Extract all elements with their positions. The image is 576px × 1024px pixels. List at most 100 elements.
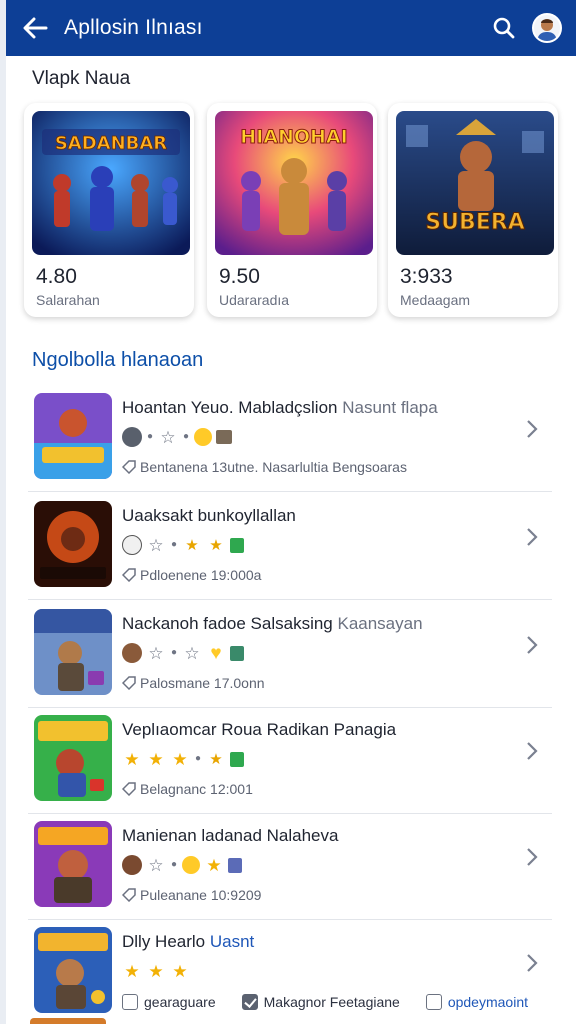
- checkbox[interactable]: [425, 994, 442, 1010]
- star-outline-icon: ☆: [160, 427, 176, 447]
- shop-icon: [216, 430, 232, 444]
- badge-row: ● ☆ ●: [122, 426, 232, 448]
- next-item-peek: [30, 1018, 106, 1024]
- app-name: Veplıaomcar Roua Radikan Panagia: [122, 720, 397, 739]
- featured-card[interactable]: SADANBAR 4.80 Salarahan: [24, 103, 194, 317]
- featured-art-text: SUBERA: [425, 210, 524, 235]
- app-thumbnail: [34, 393, 112, 479]
- featured-card-image: SUBERA: [396, 111, 554, 255]
- featured-art-text: SADANBAR: [55, 133, 167, 154]
- heart-icon: ♥: [210, 642, 222, 664]
- star-outline-icon: ☆: [148, 855, 164, 875]
- chevron-right-icon[interactable]: [522, 414, 542, 444]
- star-icon: ★: [206, 855, 222, 875]
- smiley-icon: [182, 856, 200, 874]
- checkbox-label: gearaguare: [144, 994, 216, 1010]
- dot-icon: ●: [146, 431, 154, 442]
- dot-icon: ●: [170, 539, 178, 550]
- list-item[interactable]: Hoantan Yeuo. Mabladçslion Nasunt flapa …: [6, 386, 576, 492]
- gift-icon: [228, 857, 242, 873]
- list-section-title: Ngolbolla hlanaoan: [32, 349, 204, 371]
- list-item[interactable]: Manienan ladanad Nalaheva ☆ ● ★ Puleanan…: [6, 814, 576, 920]
- checkbox-checked[interactable]: [241, 994, 258, 1010]
- dot-icon: ●: [182, 431, 190, 442]
- featured-section-title: Vlapk Naua: [32, 68, 131, 89]
- badge-row: ☆ ● ☆ ♥: [122, 642, 244, 664]
- chevron-right-icon[interactable]: [522, 522, 542, 552]
- search-icon: [493, 17, 515, 39]
- badge-row: ☆ ● ★: [122, 854, 242, 876]
- app-meta: Palosmane 17.0onn: [122, 675, 265, 691]
- dot-icon: ●: [170, 647, 178, 658]
- tag-icon: [122, 888, 136, 902]
- user-avatar[interactable]: [532, 13, 562, 43]
- avatar-badge-icon: [122, 643, 142, 663]
- avatar-badge-icon: [122, 855, 142, 875]
- app-name-primary: Hoantan Yeuo. Mabladçslion: [122, 398, 338, 417]
- avatar-badge-icon: [122, 427, 142, 447]
- app-title: Apllosin Ilnıası: [64, 16, 203, 39]
- tag-icon: [122, 676, 136, 690]
- app-name: Dlly Hearlo Uasnt: [122, 932, 254, 952]
- badge-row: ★ ★ ★ ● ★: [122, 748, 244, 770]
- app-meta: Belagnanc 12:001: [122, 781, 253, 797]
- featured-card-image: HIANOHAI: [215, 111, 373, 255]
- app-name: Nackanoh fadoe Salsaksing Kaansayan: [122, 614, 423, 634]
- app-name-primary: Dlly Hearlo: [122, 932, 206, 951]
- app-meta: Pdloenene 19:000a: [122, 567, 261, 583]
- back-button[interactable]: [6, 0, 64, 56]
- smiley-icon: [194, 428, 212, 446]
- checkbox[interactable]: [122, 994, 138, 1010]
- chevron-right-icon[interactable]: [522, 948, 542, 978]
- app-name: Manienan ladanad Nalaheva: [122, 826, 339, 845]
- search-button[interactable]: [484, 0, 524, 56]
- featured-card-rating: 9.50: [219, 265, 260, 288]
- featured-card-rating: 4.80: [36, 265, 77, 288]
- app-name: Uaaksakt bunkoyllallan: [122, 506, 296, 525]
- app-meta: Puleanane 10:9209: [122, 887, 261, 903]
- featured-card-category: Udararadıa: [219, 292, 290, 308]
- featured-card-rating: 3:933: [400, 265, 453, 288]
- chevron-right-icon[interactable]: [522, 736, 542, 766]
- featured-card-category: Medaagam: [400, 292, 471, 308]
- list-item[interactable]: Veplıaomcar Roua Radikan Panagia ★ ★ ★ ●…: [6, 708, 576, 814]
- app-meta-text: Puleanane 10:9209: [140, 887, 262, 903]
- star-outline-icon: ☆: [184, 643, 200, 663]
- star-icon: ★: [172, 961, 188, 981]
- app-meta-text: Bentanena 13utne. Nasarlultia Bengsoaras: [140, 459, 407, 475]
- star-icon: ★: [148, 749, 164, 769]
- gift-icon: [230, 537, 244, 553]
- checkbox-label: Makagnor Feetagiane: [263, 994, 400, 1010]
- featured-card[interactable]: SUBERA 3:933 Medaagam: [388, 103, 558, 317]
- chevron-right-icon[interactable]: [522, 630, 542, 660]
- star-icon: ★: [172, 749, 188, 769]
- dot-icon: ●: [194, 753, 202, 764]
- skull-icon: [122, 535, 142, 555]
- star-icon: ★: [124, 961, 140, 981]
- star-outline-icon: ☆: [148, 535, 164, 555]
- app-name-primary: Nackanoh fadoe Salsaksing: [122, 614, 333, 633]
- gift-icon: [230, 645, 244, 661]
- list-item[interactable]: Dlly Hearlo Uasnt ★ ★ ★ gearaguare Makag…: [6, 920, 576, 1024]
- app-thumbnail: [34, 821, 112, 907]
- app-meta-text: Pdloenene 19:000a: [140, 567, 262, 583]
- list-item[interactable]: Uaaksakt bunkoyllallan ☆ ● ★ ★ Pdloenene…: [6, 494, 576, 600]
- app-thumbnail: [34, 927, 112, 1013]
- featured-card[interactable]: HIANOHAI 9.50 Udararadıa: [207, 103, 377, 317]
- app-thumbnail: [34, 609, 112, 695]
- star-icon: ★: [209, 536, 223, 554]
- app-name-secondary: Uasnt: [209, 932, 255, 951]
- chevron-right-icon[interactable]: [522, 842, 542, 872]
- user-avatar-icon: [537, 19, 557, 41]
- list-item[interactable]: Nackanoh fadoe Salsaksing Kaansayan ☆ ● …: [6, 602, 576, 708]
- tag-icon: [122, 782, 136, 796]
- featured-card-category: Salarahan: [36, 292, 100, 308]
- option-checkboxes: gearaguare Makagnor Feetagiane opdeymaoi…: [122, 994, 548, 1010]
- app-name-secondary: Kaansayan: [337, 614, 423, 633]
- app-meta-text: Belagnanc 12:001: [140, 781, 253, 797]
- divider: [28, 599, 552, 600]
- gift-icon: [230, 751, 244, 767]
- star-icon: ★: [148, 961, 164, 981]
- dot-icon: ●: [170, 859, 178, 870]
- tag-icon: [122, 460, 136, 474]
